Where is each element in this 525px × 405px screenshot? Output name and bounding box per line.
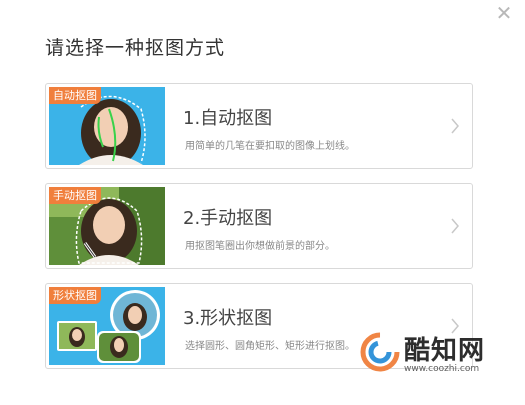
option-title: 1.自动抠图 bbox=[183, 108, 273, 129]
manual-cutout-thumbnail: 手动抠图 bbox=[49, 187, 165, 265]
tag-auto: 自动抠图 bbox=[49, 87, 101, 104]
option-description: 用简单的几笔在要扣取的图像上划线。 bbox=[185, 141, 355, 152]
option-auto-cutout[interactable]: 自动抠图 1.自动抠图 用简单的几笔在要扣取的图像上划线。 bbox=[45, 83, 473, 169]
option-description: 用抠图笔圈出你想做前景的部分。 bbox=[185, 241, 335, 252]
watermark-logo-icon bbox=[360, 332, 400, 372]
watermark-url: www.coozhi.com bbox=[404, 364, 480, 374]
option-description: 选择圆形、圆角矩形、矩形进行抠图。 bbox=[185, 341, 355, 352]
tag-shape: 形状抠图 bbox=[49, 287, 101, 304]
close-icon[interactable]: ✕ bbox=[493, 2, 515, 24]
dialog-title: 请选择一种抠图方式 bbox=[45, 37, 226, 59]
chevron-right-icon bbox=[451, 218, 459, 234]
option-manual-cutout[interactable]: 手动抠图 2.手动抠图 用抠图笔圈出你想做前景的部分。 bbox=[45, 183, 473, 269]
cutout-mode-dialog: ✕ 请选择一种抠图方式 自动抠图 1.自动抠图 用简单的几笔在要扣取的图像上划线… bbox=[0, 0, 525, 405]
option-title: 2.手动抠图 bbox=[183, 208, 273, 229]
shape-cutout-thumbnail: 形状抠图 bbox=[49, 287, 165, 365]
watermark: 酷知网 www.coozhi.com bbox=[360, 326, 510, 384]
option-title: 3.形状抠图 bbox=[183, 308, 273, 329]
chevron-right-icon bbox=[451, 118, 459, 134]
watermark-name: 酷知网 bbox=[404, 336, 486, 366]
tag-manual: 手动抠图 bbox=[49, 187, 101, 204]
auto-cutout-thumbnail: 自动抠图 bbox=[49, 87, 165, 165]
